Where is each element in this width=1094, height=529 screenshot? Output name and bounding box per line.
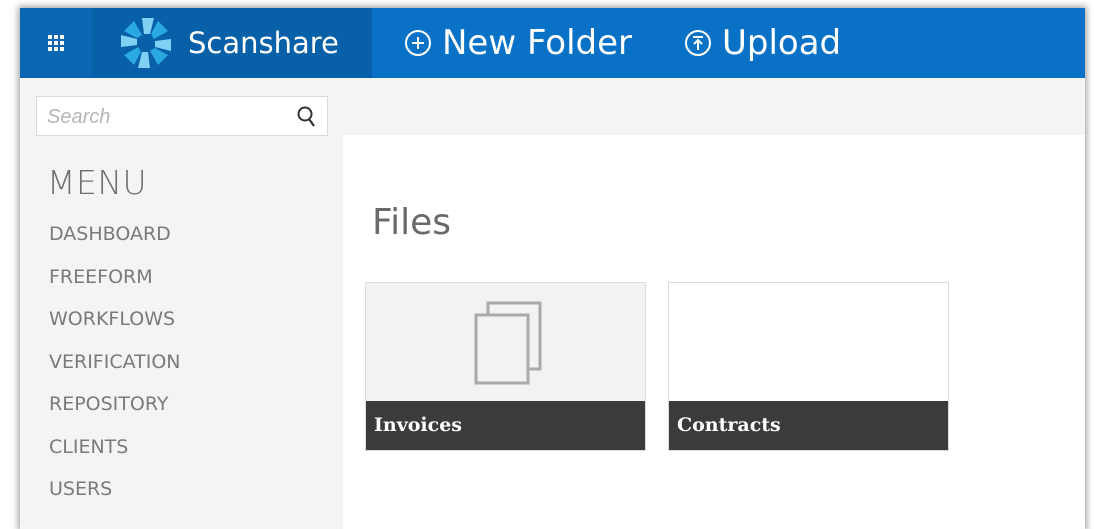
- menu-item-verification[interactable]: VERIFICATION: [49, 350, 181, 393]
- documents-icon: [474, 301, 542, 385]
- menu-item-workflows[interactable]: WORKFLOWS: [49, 307, 181, 350]
- new-folder-button[interactable]: New Folder: [404, 8, 632, 78]
- app-window: Scanshare New Folder Upload Search MENU …: [20, 8, 1085, 529]
- folder-preview: [669, 283, 948, 402]
- folder-preview: [366, 283, 645, 402]
- search-input[interactable]: [45, 103, 289, 131]
- menu-item-repository[interactable]: REPOSITORY: [49, 392, 181, 435]
- folder-name: Invoices: [366, 401, 645, 450]
- folder-tile-contracts[interactable]: Contracts: [668, 282, 949, 451]
- app-launcher-button[interactable]: [20, 8, 92, 78]
- content-toolbar-strip: [343, 78, 1085, 135]
- sidebar: MENU DASHBOARD FREEFORM WORKFLOWS VERIFI…: [20, 78, 343, 529]
- top-bar: Scanshare New Folder Upload: [20, 8, 1085, 78]
- menu-title: MENU: [47, 163, 148, 202]
- menu-item-clients[interactable]: CLIENTS: [49, 435, 181, 478]
- folder-tile-invoices[interactable]: Invoices: [365, 282, 646, 451]
- search-icon[interactable]: [295, 105, 319, 129]
- menu-item-users[interactable]: USERS: [49, 477, 181, 520]
- menu-item-dashboard[interactable]: DASHBOARD: [49, 222, 181, 265]
- upload-circle-icon: [685, 30, 711, 56]
- folder-name: Contracts: [669, 401, 948, 450]
- upload-label: Upload: [722, 23, 842, 63]
- app-name: Scanshare: [188, 26, 339, 60]
- scanshare-logo-icon: [121, 18, 171, 68]
- menu-item-freeform[interactable]: FREEFORM: [49, 265, 181, 308]
- plus-circle-icon: [405, 30, 431, 56]
- brand[interactable]: Scanshare: [92, 8, 372, 78]
- waffle-icon: [48, 35, 64, 51]
- search-box: [36, 96, 328, 136]
- upload-button[interactable]: Upload: [684, 8, 841, 78]
- new-folder-label: New Folder: [442, 23, 633, 63]
- menu-list: DASHBOARD FREEFORM WORKFLOWS VERIFICATIO…: [49, 222, 181, 520]
- main-content: Files Invoices Contracts: [343, 135, 1085, 529]
- page-title: Files: [372, 202, 451, 243]
